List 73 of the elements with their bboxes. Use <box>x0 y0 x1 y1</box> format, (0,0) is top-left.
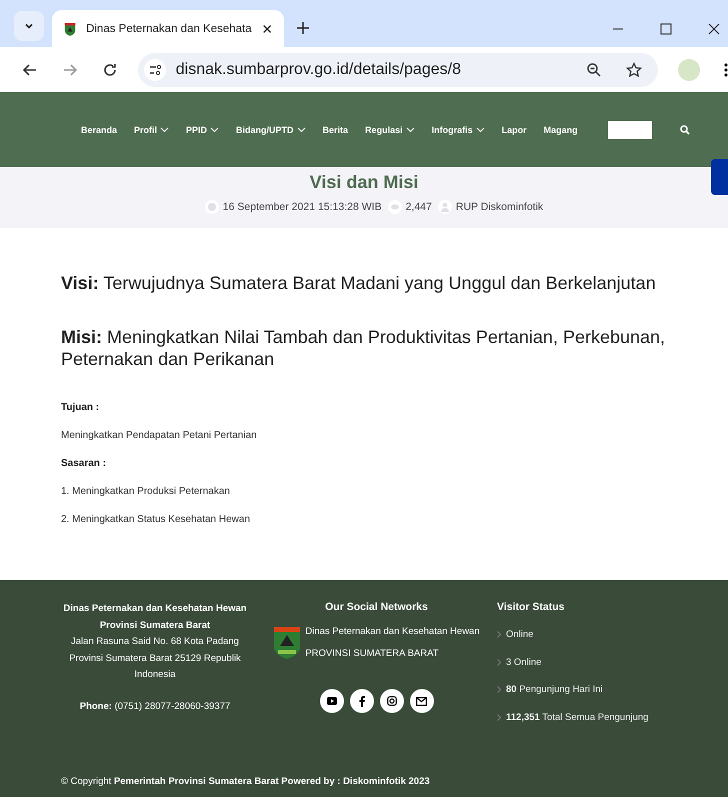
visitor-stat: Online <box>506 629 534 640</box>
tab-title: Dinas Peternakan dan Kesehata <box>86 22 252 34</box>
logo-text: Dinas Peternakan dan Kesehatan Hewan <box>305 625 480 639</box>
more-options-icon[interactable] <box>724 62 728 78</box>
new-tab-icon[interactable] <box>296 21 310 35</box>
chevron-down-icon[interactable] <box>296 125 306 134</box>
chevron-right-icon <box>497 658 501 666</box>
shield-icon <box>64 20 76 36</box>
section-label: Tujuan : <box>61 402 100 413</box>
social-button[interactable] <box>320 689 344 713</box>
star-icon[interactable] <box>626 62 642 78</box>
list-item: 2. Meningkatkan Status Kesehatan Hewan <box>61 514 252 525</box>
footer-heading: Visitor Status <box>497 601 566 613</box>
user-icon <box>438 200 452 214</box>
address-line: Indonesia <box>133 668 177 682</box>
chevron-right-icon <box>497 686 501 694</box>
back-arrow-icon[interactable] <box>22 62 38 78</box>
chevron-down-icon[interactable] <box>476 125 485 134</box>
reload-icon[interactable] <box>102 62 118 78</box>
list-item: 1. Meningkatkan Produksi Peternakan <box>61 486 231 497</box>
social-button[interactable] <box>410 689 434 713</box>
envelope-icon <box>416 696 427 706</box>
nav-link[interactable]: Lapor <box>502 124 527 134</box>
browser-tab[interactable]: Dinas Peternakan dan Kesehata <box>52 10 284 47</box>
nav-link[interactable]: Berita <box>322 124 348 134</box>
social-button[interactable] <box>350 689 374 713</box>
phone-text: Phone: (0751) 28077-28060-39377 <box>78 700 232 714</box>
visitor-stat: 112,351 Total Semua Pengunjung <box>506 712 648 723</box>
page-title: Visi dan Misi <box>310 171 418 194</box>
address-line: Dinas Peternakan dan Kesehatan Hewan <box>62 602 248 616</box>
nav-link[interactable]: Regulasi <box>365 124 415 134</box>
address-line: Jalan Rasuna Said No. 68 Kota Padang <box>70 635 240 649</box>
close-icon[interactable] <box>708 23 720 35</box>
nav-link[interactable]: Infografis <box>432 124 485 134</box>
address-line: Provinsi Sumatera Barat 25129 Republik <box>68 652 242 666</box>
nav-link[interactable]: Bidang/UPTD <box>236 124 306 134</box>
address-line: Provinsi Sumatera Barat <box>98 618 212 632</box>
nav-link[interactable]: PPID <box>186 124 220 134</box>
emblem-icon <box>273 626 302 660</box>
visitor-stat: 3 Online <box>506 656 542 668</box>
camera-icon <box>386 696 396 706</box>
chevron-down-icon[interactable] <box>406 125 415 134</box>
nav-link[interactable]: Profil <box>134 124 170 134</box>
chevron-right-icon <box>497 714 501 721</box>
eye-icon <box>388 200 402 214</box>
social-button[interactable] <box>380 689 404 713</box>
view-count: 2,447 <box>406 201 432 213</box>
visitor-stat: 80 Pengunjung Hari Ini <box>506 684 603 696</box>
nav-link[interactable]: Magang <box>544 124 578 134</box>
search-field[interactable] <box>608 120 652 138</box>
address-field[interactable]: disnak.sumbarprov.go.id/details/pages/8 <box>138 52 658 86</box>
facebook-icon <box>358 696 364 706</box>
chevron-down-icon[interactable] <box>210 125 220 134</box>
close-icon[interactable] <box>262 22 272 34</box>
content-heading: Visi: Terwujudnya Sumatera Barat Madani yang Unggul dan Berkelanjutan <box>61 272 657 294</box>
post-author: RUP Diskominfotik <box>456 201 544 213</box>
nav-link[interactable]: Beranda <box>81 124 118 134</box>
logo-text: PROVINSI SUMATERA BARAT <box>305 647 440 661</box>
forward-arrow-icon[interactable] <box>62 62 78 78</box>
clock-icon <box>204 200 219 214</box>
maximize-icon[interactable] <box>660 23 672 35</box>
body-text: Meningkatkan Pendapatan Petani Pertanian <box>61 430 258 441</box>
chevron-right-icon <box>497 631 501 638</box>
zoom-out-icon[interactable] <box>586 62 602 78</box>
content-heading: Misi: Meningkatkan Nilai Tambah dan Produktivitas Pertanian, Perkebunan, Peternakan dan Perikanan <box>61 326 666 370</box>
site-settings-icon[interactable] <box>144 58 166 80</box>
footer-heading: Our Social Networks <box>325 601 428 613</box>
search-icon[interactable] <box>680 124 690 134</box>
section-label: Sasaran : <box>61 458 108 469</box>
chevron-down-icon[interactable] <box>160 125 170 134</box>
post-date: 16 September 2021 15:13:28 WIB <box>222 201 382 213</box>
video-icon <box>326 697 336 705</box>
copyright-text: © Copyright Pemerintah Provinsi Sumatera Barat Powered by : Diskominfotik 2023 <box>61 776 430 787</box>
